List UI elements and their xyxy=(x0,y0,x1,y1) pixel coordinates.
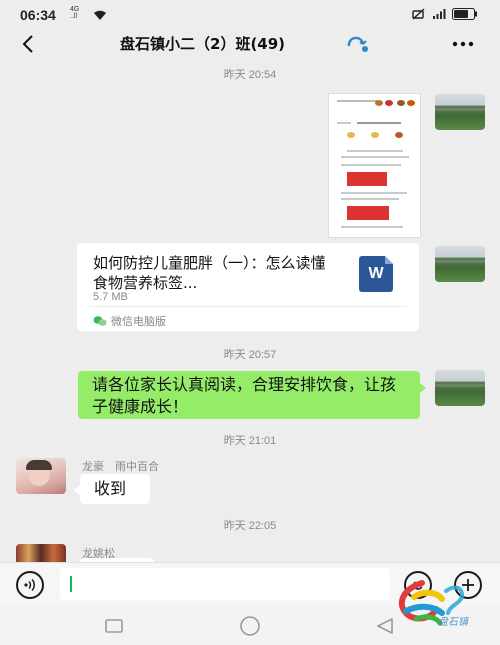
sender-name: 龙豪 雨中百合 xyxy=(82,460,159,473)
message-text: 收到 xyxy=(94,479,127,498)
avatar[interactable] xyxy=(435,94,485,130)
message-bubble-notice[interactable]: 请各位家长认真阅读，合理安排饮食，让孩子健康成长！ xyxy=(78,371,426,419)
message-text: 请各位家长认真阅读，合理安排饮食，让孩子健康成长！ xyxy=(92,375,397,416)
more-button[interactable] xyxy=(448,32,478,56)
avatar[interactable] xyxy=(16,544,66,562)
file-source: 微信电脑版 xyxy=(93,313,166,329)
chat-title: 盘石镇小二（2）班(49) xyxy=(120,35,286,53)
more-dots-icon xyxy=(452,41,474,47)
status-bar: 06:34 4G ..ll xyxy=(0,0,500,30)
avatar[interactable] xyxy=(435,246,485,282)
file-message-card[interactable]: 如何防控儿童肥胖（一）：怎么读懂食物营养标签... 5.7 MB W 微信电脑版 xyxy=(77,243,419,331)
signal-icon xyxy=(433,9,446,19)
file-title: 如何防控儿童肥胖（一）：怎么读懂食物营养标签... xyxy=(93,254,326,292)
network-indicator: 4G ..ll xyxy=(70,6,79,20)
svg-text:盘石镇: 盘石镇 xyxy=(438,616,470,627)
voice-icon xyxy=(24,578,35,592)
home-icon[interactable] xyxy=(238,615,262,637)
word-document-icon: W xyxy=(359,256,393,292)
watermark-logo: 盘石镇 xyxy=(398,580,470,627)
timestamp: 昨天 21:01 xyxy=(223,435,277,447)
wechat-pc-icon xyxy=(93,316,107,326)
chevron-left-icon xyxy=(22,35,33,53)
mute-icon xyxy=(412,8,425,20)
timestamp: 昨天 20:54 xyxy=(223,69,277,81)
wifi-icon xyxy=(94,10,106,20)
network-type: 4G xyxy=(70,6,80,13)
battery-icon xyxy=(452,8,477,20)
avatar[interactable] xyxy=(435,370,485,406)
avatar[interactable] xyxy=(16,458,66,494)
chat-header: 盘石镇小二（2）班(49) xyxy=(0,30,500,60)
timestamp: 昨天 20:57 xyxy=(223,349,277,361)
back-button[interactable] xyxy=(16,32,40,56)
status-time: 06:34 xyxy=(20,7,56,23)
voice-button[interactable] xyxy=(16,571,44,599)
message-bubble-reply[interactable]: 收到 xyxy=(74,474,150,504)
group-chat-icon xyxy=(347,36,368,52)
network-activity: ..ll xyxy=(70,13,77,20)
file-source-label: 微信电脑版 xyxy=(111,315,166,328)
image-message[interactable] xyxy=(328,93,421,238)
message-input[interactable] xyxy=(60,568,390,600)
text-cursor xyxy=(70,576,72,592)
file-size: 5.7 MB xyxy=(93,291,128,303)
timestamp: 昨天 22:05 xyxy=(223,520,277,532)
status-right xyxy=(412,8,478,20)
recent-apps-icon[interactable] xyxy=(104,618,124,634)
divider xyxy=(89,306,407,307)
